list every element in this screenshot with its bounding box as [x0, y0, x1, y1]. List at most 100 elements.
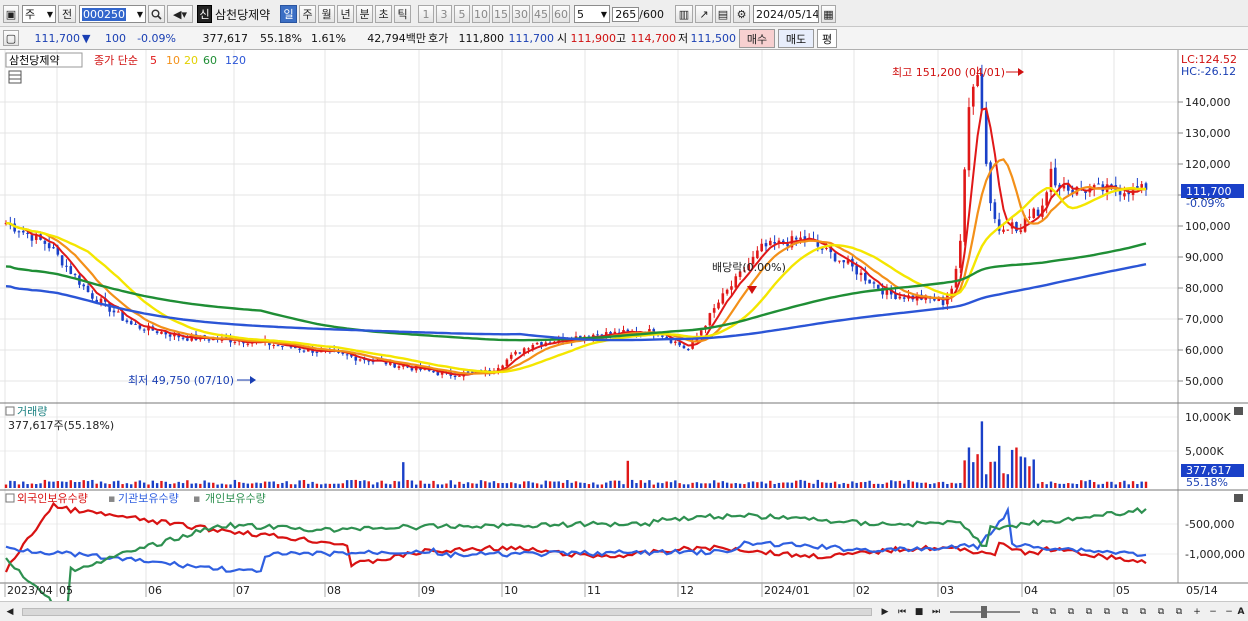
- period-button[interactable]: 년: [337, 5, 354, 23]
- period-button[interactable]: 틱: [394, 5, 411, 23]
- toolbar-tool-icon[interactable]: ⧉: [1118, 605, 1132, 619]
- period-button[interactable]: 주: [299, 5, 316, 23]
- volume-bar: [630, 479, 634, 488]
- volume-bar: [121, 484, 124, 488]
- toolbar-tool-icon[interactable]: ⧉: [1154, 605, 1168, 619]
- candle-icon[interactable]: ▥: [675, 5, 693, 23]
- volume-bar: [263, 481, 267, 488]
- volume-bar: [307, 483, 310, 488]
- chart-scrollbar[interactable]: ◀ ▶ ⏮ ■ ⏭ ⧉ ⧉ ⧉ ⧉ ⧉ ⧉ ⧉ ⧉ ⧉ + − − A: [0, 601, 1248, 621]
- interval-button[interactable]: 5: [454, 5, 470, 23]
- candle-body: [864, 272, 867, 281]
- toolbar-tool-icon[interactable]: ⧉: [1082, 605, 1096, 619]
- volume-bar: [1075, 484, 1079, 488]
- volume-bar: [190, 483, 193, 488]
- candle-body: [838, 260, 841, 262]
- interval-button[interactable]: 60: [552, 5, 570, 23]
- period-button[interactable]: 분: [356, 5, 373, 23]
- candle-body: [725, 289, 729, 294]
- search-icon[interactable]: [148, 5, 165, 23]
- market-type-select[interactable]: 주 ▼: [22, 5, 56, 23]
- candle-body: [1118, 190, 1122, 195]
- prev-button[interactable]: 전: [58, 5, 76, 23]
- window-icon[interactable]: ▣: [3, 5, 19, 23]
- volume-bar: [993, 461, 997, 488]
- volume-bar: [989, 461, 992, 488]
- volume-bar: [894, 481, 897, 488]
- close-panel-icon[interactable]: [1234, 407, 1243, 415]
- volume-bar: [544, 480, 547, 488]
- zoom-out-icon[interactable]: −: [1206, 605, 1220, 619]
- volume-bar: [255, 482, 258, 488]
- volume-bar: [600, 484, 604, 488]
- period-button[interactable]: 초: [375, 5, 392, 23]
- candle-body: [453, 376, 457, 378]
- toolbar-tool-icon[interactable]: ⧉: [1046, 605, 1060, 619]
- toolbar-tool-icon[interactable]: ⧉: [1064, 605, 1078, 619]
- date-input[interactable]: 2024/05/14: [753, 5, 819, 23]
- interval-button[interactable]: 10: [472, 5, 490, 23]
- volume-bar: [613, 480, 617, 488]
- volume-bar: [1028, 466, 1031, 488]
- save-icon[interactable]: ▤: [715, 5, 731, 23]
- zoom-slider-handle[interactable]: [981, 606, 987, 618]
- interval-select[interactable]: 5 ▼: [574, 5, 610, 23]
- volume-bar: [440, 484, 444, 488]
- volume-bar: [820, 482, 824, 488]
- close-panel-icon[interactable]: [1234, 494, 1243, 502]
- volume-bar: [1110, 481, 1113, 488]
- gear-icon[interactable]: ⚙: [733, 5, 750, 23]
- period-button[interactable]: 일: [280, 5, 297, 23]
- toolbar-tool-icon[interactable]: ⧉: [1100, 605, 1114, 619]
- interval-button[interactable]: 15: [492, 5, 510, 23]
- buy-button[interactable]: 매수: [739, 29, 775, 48]
- legend-separator: ▪: [193, 492, 200, 505]
- even-button[interactable]: 평: [817, 29, 837, 48]
- turnover-rate: 1.61%: [311, 31, 346, 45]
- draw-tool-icon[interactable]: ↗: [695, 5, 713, 23]
- table-icon[interactable]: [8, 70, 22, 84]
- panel-icon[interactable]: [5, 406, 15, 416]
- ma-60-label: 60: [203, 54, 217, 67]
- toggle-icon[interactable]: ▢: [3, 30, 19, 46]
- volume-bar: [69, 480, 72, 488]
- scroll-right-icon[interactable]: ▶: [878, 605, 892, 619]
- toolbar-tool-icon[interactable]: ⧉: [1172, 605, 1186, 619]
- volume-bar: [1054, 482, 1057, 488]
- candle-body: [1015, 222, 1018, 232]
- candle-body: [868, 279, 871, 284]
- scroll-end-icon[interactable]: ⏭: [929, 605, 943, 619]
- candle-body: [833, 253, 837, 262]
- text-icon[interactable]: A: [1234, 605, 1248, 619]
- scroll-start-icon[interactable]: ⏮: [895, 605, 909, 619]
- candle-body: [756, 250, 759, 259]
- interval-button[interactable]: 3: [436, 5, 452, 23]
- volume-bar: [26, 484, 29, 488]
- scroll-track[interactable]: [22, 608, 872, 616]
- sell-button[interactable]: 매도: [778, 29, 814, 48]
- volume-bar: [324, 483, 327, 488]
- stop-icon[interactable]: ■: [912, 605, 926, 619]
- speaker-icon[interactable]: ◀▾: [167, 5, 193, 23]
- scroll-left-icon[interactable]: ◀: [3, 605, 17, 619]
- price-change-pct: -0.09%: [137, 31, 176, 45]
- interval-button[interactable]: 30: [512, 5, 530, 23]
- period-button[interactable]: 월: [318, 5, 335, 23]
- toolbar-tool-icon[interactable]: ⧉: [1028, 605, 1042, 619]
- panel-icon[interactable]: [5, 493, 15, 503]
- volume-bar: [570, 482, 573, 488]
- interval-button[interactable]: 1: [418, 5, 434, 23]
- volume-bar: [902, 483, 906, 488]
- volume-bar: [9, 480, 12, 488]
- zoom-in-icon[interactable]: +: [1190, 605, 1204, 619]
- volume-bar: [557, 481, 560, 488]
- volume-bar: [354, 479, 357, 488]
- count-display[interactable]: 265/600: [612, 5, 666, 23]
- interval-button[interactable]: 45: [532, 5, 550, 23]
- toolbar-tool-icon[interactable]: ⧉: [1136, 605, 1150, 619]
- stock-chart[interactable]: 140,000130,000120,000110,000100,00090,00…: [0, 50, 1248, 601]
- volume-bar: [147, 484, 150, 488]
- calendar-icon[interactable]: ▦: [821, 5, 836, 23]
- volume-bar: [492, 481, 496, 488]
- stock-code-input[interactable]: 000250 ▼: [79, 5, 146, 23]
